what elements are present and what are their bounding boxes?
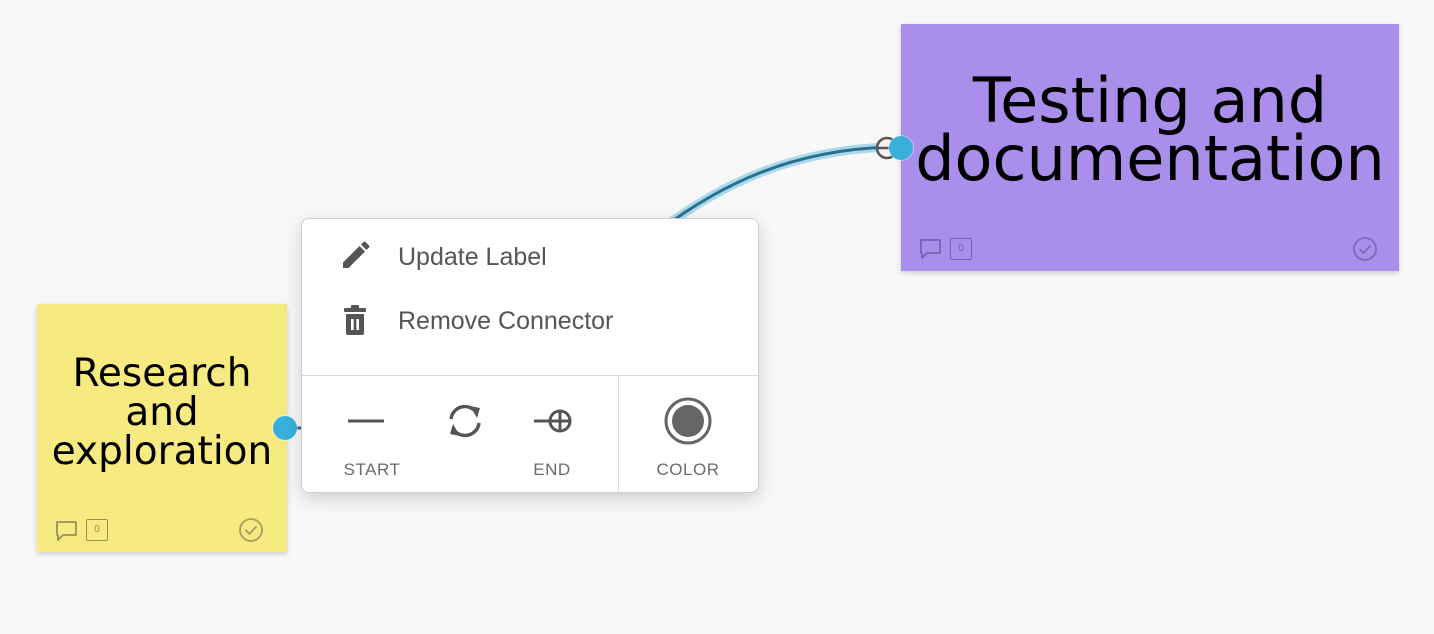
swap-direction-button[interactable] [443,389,487,453]
swap-icon [449,404,481,438]
menu-divider [302,375,758,376]
pencil-icon [343,241,370,268]
sticky-note-research[interactable]: Research and exploration 0 [37,304,287,552]
checkmark-circle-icon[interactable] [1352,236,1378,262]
whiteboard-canvas[interactable]: Research and exploration 0 Testing and d… [0,0,1434,634]
comment-count-badge: 0 [950,238,972,260]
comment-icon[interactable] [918,237,944,261]
connector-end-handle[interactable] [889,136,913,160]
end-label: END [533,460,571,479]
remove-connector-text: Remove Connector [398,307,614,335]
sticky-text: Research and exploration [51,351,273,474]
menu-divider [618,376,619,492]
checkmark-circle-icon[interactable] [238,517,264,543]
end-cap-button[interactable] [532,389,576,453]
sticky-note-testing[interactable]: Testing and documentation 0 [901,24,1399,271]
comment-icon[interactable] [54,519,80,543]
line-end-cap-icon [534,409,572,433]
start-cap-button[interactable] [346,389,386,453]
update-label-menu-item[interactable]: Update Label [302,227,758,287]
color-label: COLOR [656,460,720,479]
sticky-text: Testing and documentation [915,64,1385,195]
line-start-icon [348,419,384,423]
comment-count-badge: 0 [86,519,108,541]
start-label: START [343,460,401,479]
trash-icon [344,305,366,335]
update-label-text: Update Label [398,243,547,271]
remove-connector-menu-item[interactable]: Remove Connector [302,291,758,351]
connector-context-menu: Update Label Remove Connector START END … [301,218,759,493]
connector-start-handle[interactable] [273,416,297,440]
color-picker-button[interactable] [662,389,714,453]
color-swatch-icon [664,397,712,445]
